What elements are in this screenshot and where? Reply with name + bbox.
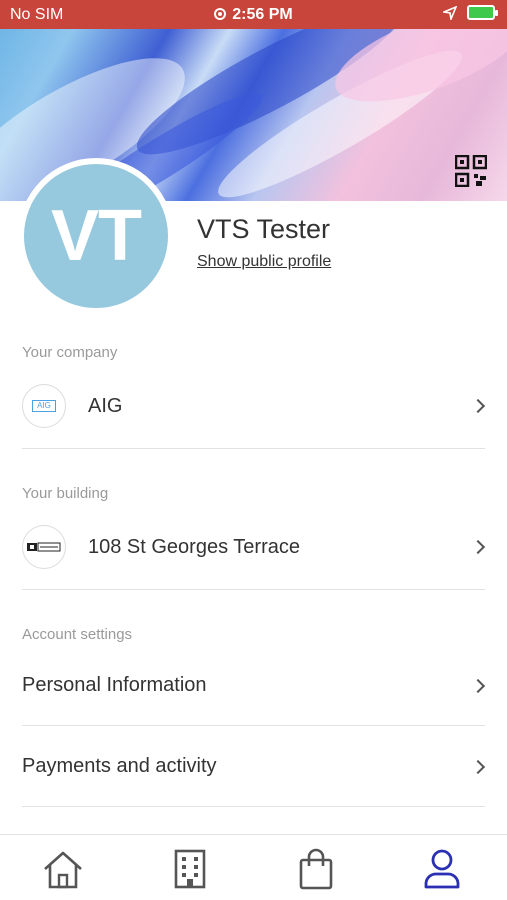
clock: 2:56 PM <box>232 6 293 23</box>
building-logo-image <box>27 542 61 552</box>
company-section-label: Your company <box>22 344 118 361</box>
building-name: 108 St Georges Terrace <box>88 535 300 558</box>
chevron-right-icon <box>470 678 486 693</box>
company-logo: AIG <box>22 384 66 428</box>
company-row[interactable]: AIG AIG <box>22 364 486 449</box>
company-name: AIG <box>88 394 123 417</box>
screen-record-icon <box>214 8 227 20</box>
building-section-label: Your building <box>22 485 109 502</box>
building-logo <box>22 525 66 569</box>
account-section-label: Account settings <box>22 626 133 643</box>
avatar: VT <box>18 158 174 314</box>
chevron-right-icon <box>470 759 486 774</box>
qr-code-icon[interactable] <box>455 155 487 187</box>
building-icon[interactable] <box>168 847 212 891</box>
status-bar: No SIM 2:56 PM <box>0 0 507 29</box>
home-icon[interactable] <box>41 847 85 891</box>
profile-icon[interactable] <box>420 847 464 891</box>
bag-icon[interactable] <box>294 847 338 891</box>
battery-icon <box>467 5 498 20</box>
personal-information-row[interactable]: Personal Information <box>22 646 486 726</box>
avatar-initials: VT <box>50 196 142 276</box>
profile-name: VTS Tester <box>197 214 331 244</box>
payments-activity-row[interactable]: Payments and activity <box>22 727 486 807</box>
location-arrow-icon <box>443 5 457 20</box>
chevron-right-icon <box>470 398 486 414</box>
show-public-profile-link[interactable]: Show public profile <box>197 253 331 271</box>
building-row[interactable]: 108 St Georges Terrace <box>22 505 486 590</box>
tab-bar <box>0 834 507 900</box>
chevron-right-icon <box>470 539 486 555</box>
payments-activity-label: Payments and activity <box>22 755 217 777</box>
personal-information-label: Personal Information <box>22 674 207 696</box>
